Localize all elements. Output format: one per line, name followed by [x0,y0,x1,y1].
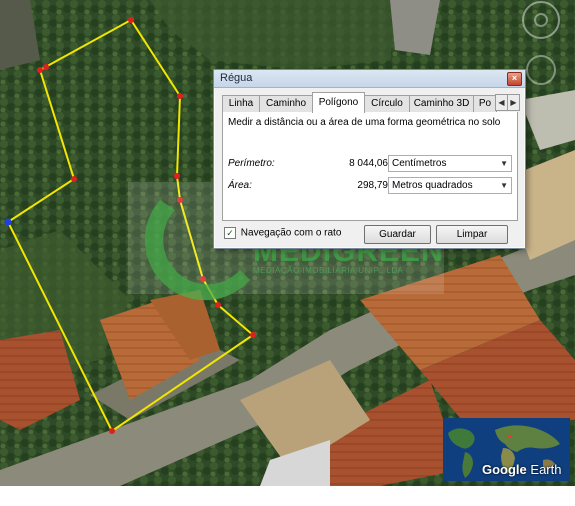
close-button[interactable]: × [507,72,522,86]
perimeter-value: 8 044,06 [349,158,388,169]
tab-linha[interactable]: Linha [222,95,260,112]
polygon-panel: Medir a distância ou a área de uma forma… [222,112,518,221]
perimeter-unit-select[interactable]: Centímetros ▼ [388,155,512,172]
perimeter-unit-value: Centímetros [392,158,447,169]
vertex-marker [177,93,183,99]
google-earth-logo: Google Earth [482,462,562,477]
tab-caminho[interactable]: Caminho [259,95,313,112]
tab-poligono-3d[interactable]: Po [473,95,497,112]
save-button[interactable]: Guardar [364,225,431,244]
mouse-navigation-option[interactable]: ✓ Navegação com o rato [224,227,341,239]
chevron-down-icon: ▼ [500,159,508,168]
vertex-marker [71,176,77,182]
mouse-navigation-checkbox[interactable]: ✓ [224,227,236,239]
tab-scroll-right-icon[interactable]: ▶ [507,94,520,111]
area-unit-value: Metros quadrados [392,180,473,191]
tab-circulo[interactable]: Círculo [364,95,410,112]
panel-description: Medir a distância ou a área de uma forma… [228,117,501,128]
vertex-marker-selected [4,218,12,226]
area-unit-select[interactable]: Metros quadrados ▼ [388,177,512,194]
ruler-dialog: Régua × Linha Caminho Polígono Círculo C… [213,69,526,249]
perimeter-label: Perímetro: [228,158,275,169]
vertex-marker [109,428,115,434]
clear-button[interactable]: Limpar [436,225,508,244]
vertex-marker [43,64,49,70]
vertex-marker [37,67,43,73]
vertex-marker [128,17,134,23]
dialog-title: Régua [220,72,253,84]
vertex-marker [174,173,180,179]
mouse-navigation-label: Navegação com o rato [240,227,342,239]
vertex-marker [215,302,221,308]
tab-poligono[interactable]: Polígono [312,92,365,113]
area-value: 298,79 [357,180,388,191]
tab-bar: Linha Caminho Polígono Círculo Caminho 3… [222,92,520,113]
dialog-titlebar[interactable]: Régua × [214,70,525,88]
area-label: Área: [228,180,252,191]
tab-caminho-3d[interactable]: Caminho 3D [409,95,474,112]
vertex-marker [250,332,256,338]
chevron-down-icon: ▼ [500,181,508,190]
watermark-tagline: MEDIAÇÃO IMOBILIÁRIA UNIP., LDA [253,266,404,275]
